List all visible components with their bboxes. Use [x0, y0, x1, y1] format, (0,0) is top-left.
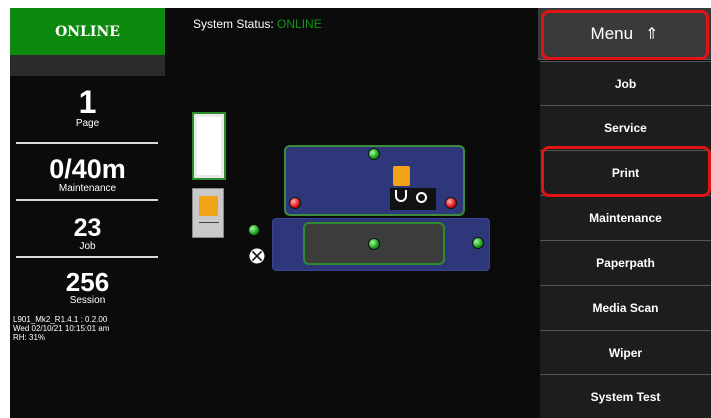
menu-item-print[interactable]: Print — [540, 150, 711, 195]
system-status: System Status: ONLINE — [193, 17, 322, 31]
session-count-label: Session — [69, 295, 106, 306]
system-status-value: ONLINE — [277, 17, 322, 31]
print-head-cartridge-icon — [393, 166, 410, 186]
menu-button-label: Menu — [590, 23, 634, 43]
paper-sheet — [197, 117, 221, 175]
page-count-value: 1 — [78, 84, 97, 120]
stat-divider — [16, 142, 158, 144]
print-head — [390, 164, 436, 211]
wiper-x-icon — [248, 247, 266, 265]
ink-cartridge-icon — [199, 196, 218, 216]
menu-panel: Menu ⇑ Job Service Print Maintenance Pap… — [538, 8, 711, 418]
stat-divider — [16, 199, 158, 201]
slot-line — [199, 222, 219, 223]
path-left-led — [248, 224, 260, 236]
job-count-label: Job — [79, 241, 96, 252]
menu-item-wiper[interactable]: Wiper — [540, 330, 711, 374]
carriage-left-led — [289, 197, 301, 209]
page-count-label: Page — [75, 118, 100, 129]
system-status-label: System Status: — [193, 17, 274, 31]
roller-icon — [416, 192, 427, 203]
menu-item-service[interactable]: Service — [540, 105, 711, 150]
menu-item-system-test[interactable]: System Test — [540, 374, 711, 418]
menu-item-paperpath[interactable]: Paperpath — [540, 240, 711, 285]
menu-item-job[interactable]: Job — [540, 61, 711, 105]
page-counter: 1 Page — [10, 86, 165, 129]
app-window: ONLINE 1 Page 0/40m Maintenance 23 Job 2… — [10, 8, 711, 418]
session-counter: 256 Session — [10, 269, 165, 306]
menu-item-maintenance[interactable]: Maintenance — [540, 195, 711, 240]
job-count-value: 23 — [73, 214, 102, 242]
status-sidebar: ONLINE 1 Page 0/40m Maintenance 23 Job 2… — [10, 8, 165, 418]
collapse-arrow-icon: ⇑ — [645, 25, 659, 43]
menu-button[interactable]: Menu ⇑ — [538, 8, 711, 60]
date-time: Wed 02/10/21 10:15:01 am — [13, 324, 110, 333]
maintenance-counter: 0/40m Maintenance — [10, 156, 165, 194]
system-info: L901_Mk2_R1.4.1 : 0.2.00 Wed 02/10/21 10… — [13, 315, 109, 342]
platen-led — [368, 238, 380, 250]
stat-divider — [16, 256, 158, 258]
job-counter: 23 Job — [10, 216, 165, 252]
carriage-right-led — [445, 197, 457, 209]
maintenance-count-value: 0/40m — [49, 154, 126, 184]
status-strip — [10, 55, 165, 76]
session-count-value: 256 — [65, 267, 110, 297]
paper-tray[interactable] — [192, 112, 226, 180]
humidity: RH: 31% — [13, 333, 46, 342]
ink-cartridge-slot[interactable] — [192, 188, 224, 238]
firmware-version: L901_Mk2_R1.4.1 : 0.2.00 — [13, 315, 108, 324]
path-right-led — [472, 237, 484, 249]
cap-icon — [395, 190, 407, 202]
online-status-badge: ONLINE — [10, 8, 165, 55]
menu-item-media-scan[interactable]: Media Scan — [540, 285, 711, 330]
carriage-top-led — [368, 148, 380, 160]
maintenance-count-label: Maintenance — [58, 183, 117, 194]
